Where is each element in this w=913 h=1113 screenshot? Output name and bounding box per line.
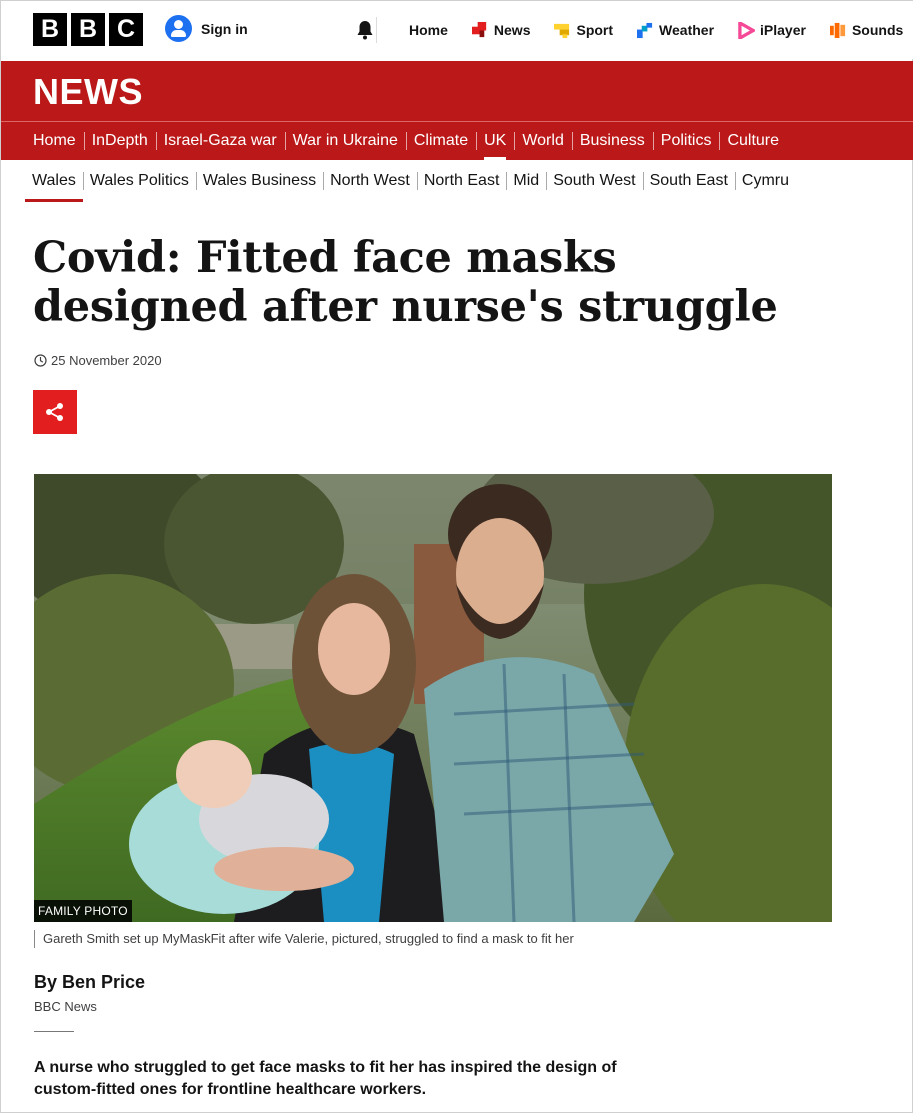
sport-icon [554,23,570,38]
global-nav-sport[interactable]: Sport [542,1,625,59]
article-headline: Covid: Fitted face masks designed after … [33,233,778,332]
clock-icon [34,354,47,367]
section-nav-israel-gaza-war[interactable]: Israel-Gaza war [155,122,285,160]
user-icon [165,15,192,42]
sub-nav-wales[interactable]: Wales [25,163,83,202]
sub-nav-south-west[interactable]: South West [546,163,642,199]
global-nav-iplayer[interactable]: iPlayer [726,1,818,59]
share-icon [46,403,63,421]
article-lede: A nurse who struggled to get face masks … [34,1059,617,1098]
family-photo [34,474,832,922]
sign-in-button[interactable]: Sign in [165,15,248,42]
news-banner: NEWS [1,61,913,121]
article-date: 25 November 2020 [34,353,162,368]
image-credit: FAMILY PHOTO [34,900,132,922]
sub-nav-mid[interactable]: Mid [506,163,546,199]
top-bar: B B C Sign in Home News Sport Weather iP… [1,1,913,59]
global-nav-label: Home [409,22,448,38]
sub-nav-cymru[interactable]: Cymru [734,163,796,199]
section-nav-home[interactable]: Home [25,122,84,160]
section-nav-culture[interactable]: Culture [719,122,787,160]
global-nav-sounds[interactable]: Sounds [818,1,913,59]
global-nav-label: News [493,22,531,38]
notifications-bell-icon[interactable] [353,17,377,43]
section-nav-climate[interactable]: Climate [405,122,476,160]
sub-nav-wales-business[interactable]: Wales Business [195,163,323,199]
news-icon [471,21,487,37]
section-nav-war-in-ukraine[interactable]: War in Ukraine [284,122,406,160]
news-wordmark[interactable]: NEWS [33,71,143,113]
bbc-logo[interactable]: B B C [33,13,143,46]
sub-nav-north-east[interactable]: North East [416,163,507,199]
section-nav-business[interactable]: Business [571,122,653,160]
global-nav: Home News Sport Weather iPlayer Sounds [397,1,913,59]
global-nav-label: Weather [659,22,715,38]
image-caption: Gareth Smith set up MyMaskFit after wife… [34,930,574,948]
global-nav-home[interactable]: Home [397,1,460,59]
bbc-logo-letter: B [71,13,105,46]
sub-nav: Wales Wales Politics Wales Business Nort… [1,161,913,202]
section-nav: Home InDepth Israel-Gaza war War in Ukra… [1,122,913,160]
bell-icon [357,21,373,40]
section-nav-indepth[interactable]: InDepth [83,122,156,160]
global-nav-news[interactable]: News [460,1,543,59]
global-nav-label: Sport [576,22,614,38]
author-organisation: BBC News [34,999,97,1014]
sub-nav-wales-politics[interactable]: Wales Politics [82,163,196,199]
global-nav-label: iPlayer [760,22,806,38]
section-nav-politics[interactable]: Politics [652,122,720,160]
sounds-icon [829,22,846,38]
iplayer-icon [738,21,756,39]
weather-icon [637,22,653,38]
bbc-logo-letter: C [109,13,143,46]
share-button[interactable] [33,390,77,434]
section-nav-uk[interactable]: UK [476,122,514,160]
sub-nav-south-east[interactable]: South East [642,163,735,199]
global-nav-weather[interactable]: Weather [625,1,726,59]
byline-divider [34,1031,74,1032]
author-name: By Ben Price [34,972,146,992]
bbc-logo-letter: B [33,13,67,46]
article-date-text: 25 November 2020 [51,353,162,368]
article-image: FAMILY PHOTO [34,474,832,922]
sub-nav-north-west[interactable]: North West [323,163,417,199]
section-nav-world[interactable]: World [514,122,572,160]
sign-in-label: Sign in [201,20,248,37]
global-nav-label: Sounds [851,22,904,38]
